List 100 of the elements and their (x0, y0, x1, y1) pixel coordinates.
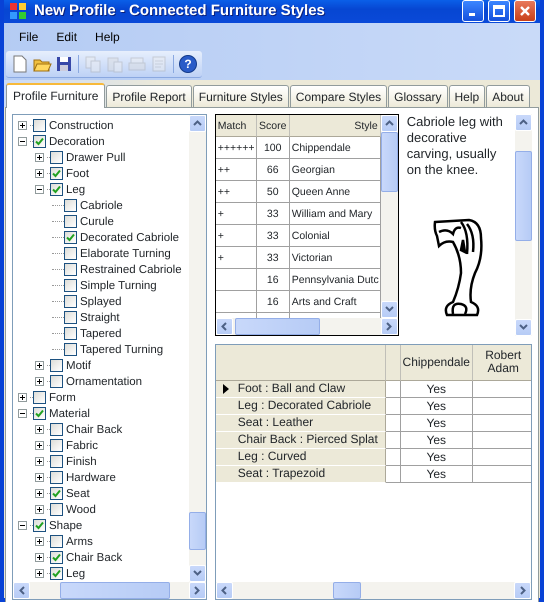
description-text: Cabriole leg with decorative carving, usually on the knee. (406, 114, 504, 178)
scrollbar-thumb[interactable] (380, 132, 398, 192)
checkbox[interactable] (50, 471, 63, 484)
checkbox[interactable] (50, 439, 63, 452)
tree-item[interactable]: Leg (66, 182, 86, 198)
checkbox[interactable] (50, 151, 63, 164)
tree-item[interactable]: Simple Turning (80, 278, 157, 294)
tree-item[interactable]: Arms (66, 534, 93, 550)
scroll-right-icon[interactable] (386, 322, 392, 330)
close-icon[interactable] (519, 5, 531, 18)
menu-item[interactable]: File (10, 24, 48, 48)
column-header[interactable]: Score (256, 114, 290, 136)
tab[interactable]: Furniture Styles (192, 84, 289, 106)
table-cell: Georgian (290, 158, 381, 180)
tree-item[interactable]: Curule (80, 214, 114, 230)
table-cell: + (216, 224, 257, 246)
column-header[interactable]: Robert Adam (472, 344, 531, 380)
tree-item[interactable]: Fabric (66, 438, 98, 454)
scroll-right-icon[interactable] (520, 586, 526, 594)
tree-item[interactable]: Ornamentation (66, 374, 142, 390)
tree-item[interactable]: Leg (66, 566, 86, 582)
table-cell: Yes (400, 448, 473, 466)
checkbox[interactable] (64, 215, 77, 228)
checkbox[interactable] (50, 455, 63, 468)
tree-item[interactable]: Motif (66, 358, 91, 374)
tree-item[interactable]: Tapered Turning (80, 342, 164, 358)
scroll-down-icon[interactable] (192, 570, 202, 576)
tree-item[interactable]: Splayed (80, 294, 122, 310)
tab[interactable]: Glossary (388, 84, 448, 106)
checkbox[interactable] (50, 503, 63, 516)
scrollbar-thumb[interactable] (60, 582, 170, 598)
scroll-right-icon[interactable] (194, 586, 200, 594)
maximize-icon[interactable] (493, 5, 505, 18)
scroll-left-icon[interactable] (18, 586, 24, 594)
help-button[interactable]: ? (177, 52, 199, 74)
horizontal-scrollbar[interactable] (216, 318, 398, 334)
vertical-scrollbar[interactable] (188, 114, 206, 582)
tree-item[interactable]: Elaborate Turning (80, 246, 171, 262)
table-cell: ++++++ (216, 136, 257, 158)
scroll-up-icon[interactable] (384, 120, 394, 126)
tab[interactable]: About (486, 84, 530, 106)
scroll-up-icon[interactable] (519, 119, 528, 125)
column-header[interactable]: Chippendale (400, 344, 473, 380)
window-title: New Profile - Connected Furniture Styles (34, 1, 326, 21)
tree-item[interactable]: Construction (49, 118, 114, 134)
tab[interactable]: Profile Furniture (6, 82, 106, 108)
checkbox[interactable] (64, 343, 77, 356)
tree-item[interactable]: Straight (80, 310, 120, 326)
checkbox[interactable] (33, 119, 46, 132)
checkbox[interactable] (33, 391, 46, 404)
tree-item[interactable]: Chair Back (66, 422, 122, 438)
menu-item[interactable]: Edit (47, 24, 86, 48)
column-header[interactable]: Style (290, 114, 381, 136)
tree-item[interactable]: Seat (66, 486, 90, 502)
horizontal-scrollbar[interactable] (13, 582, 206, 598)
tree-item[interactable]: Chair Back (66, 550, 122, 566)
menu-item[interactable]: Help (86, 24, 129, 48)
checkbox[interactable] (64, 311, 77, 324)
tab[interactable]: Profile Report (106, 84, 192, 106)
checkbox[interactable] (50, 359, 63, 372)
scrollbar-thumb[interactable] (332, 582, 361, 598)
vertical-scrollbar[interactable] (515, 114, 532, 336)
checkbox[interactable] (64, 327, 77, 340)
tree-item[interactable]: Decorated Cabriole (80, 230, 180, 246)
tree-item[interactable]: Tapered (80, 326, 122, 342)
scrollbar-thumb[interactable] (515, 150, 532, 240)
scroll-up-icon[interactable] (192, 120, 202, 126)
checkbox[interactable] (64, 199, 77, 212)
scroll-down-icon[interactable] (519, 324, 528, 330)
checkbox[interactable] (64, 263, 77, 276)
checkbox[interactable] (64, 247, 77, 260)
tree-item[interactable]: Wood (66, 502, 96, 518)
tree-item[interactable]: Foot (66, 166, 90, 182)
tree-item[interactable]: Shape (49, 518, 82, 534)
close-button[interactable] (514, 0, 536, 22)
tab[interactable]: Help (448, 84, 486, 106)
scrollbar-thumb[interactable] (234, 318, 320, 334)
vertical-scrollbar[interactable] (380, 114, 398, 318)
tree-item[interactable]: Material (49, 406, 90, 422)
tree-item[interactable]: Finish (66, 454, 97, 470)
scroll-left-icon[interactable] (221, 586, 228, 594)
tree-item[interactable]: Drawer Pull (66, 150, 126, 166)
tree-item[interactable]: Decoration (49, 134, 105, 150)
checkbox[interactable] (50, 375, 63, 388)
checkbox[interactable] (64, 279, 77, 292)
scrollbar-thumb[interactable] (188, 512, 206, 550)
checkbox[interactable] (64, 295, 77, 308)
scroll-left-icon[interactable] (221, 322, 228, 330)
minimize-button[interactable] (462, 0, 484, 22)
tree-item[interactable]: Form (49, 390, 76, 406)
tree-item[interactable]: Restrained Cabriole (80, 262, 182, 278)
checkbox[interactable] (50, 423, 63, 436)
scroll-down-icon[interactable] (384, 306, 394, 312)
checkbox[interactable] (50, 535, 63, 548)
horizontal-scrollbar[interactable] (216, 582, 531, 598)
column-header[interactable]: Match (216, 114, 257, 136)
tab[interactable]: Compare Styles (290, 84, 388, 106)
tree-item[interactable]: Hardware (66, 470, 116, 486)
maximize-button[interactable] (488, 0, 510, 22)
tree-item[interactable]: Cabriole (80, 198, 123, 214)
